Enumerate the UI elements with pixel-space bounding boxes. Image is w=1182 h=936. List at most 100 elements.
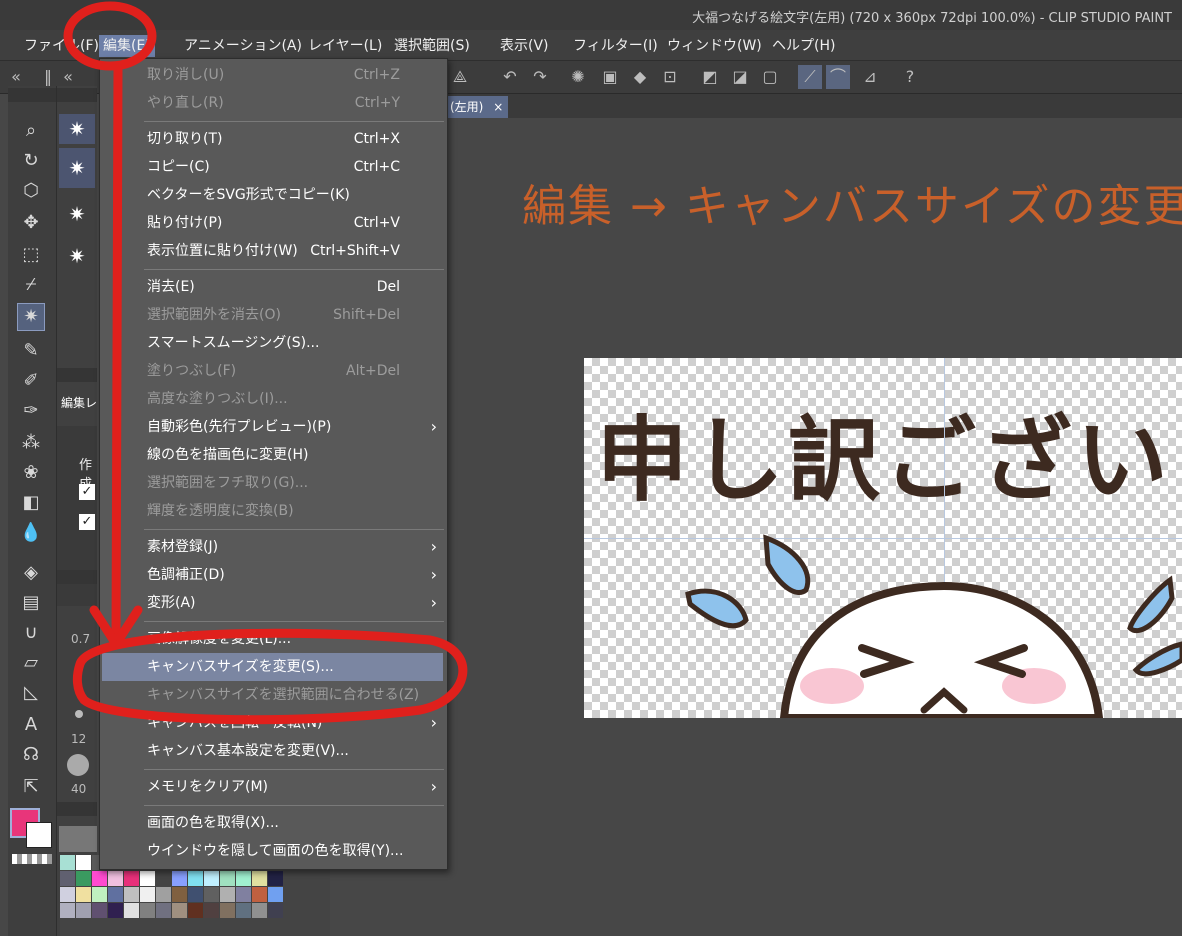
color-swatch[interactable] — [108, 887, 123, 902]
menu-item-copy-svg[interactable]: ベクターをSVG形式でコピー(K) — [100, 181, 447, 209]
checkbox[interactable]: ✓ — [79, 484, 95, 500]
zoom-icon[interactable]: ⌕ — [18, 118, 44, 144]
select-all-icon[interactable]: ✺ — [566, 65, 590, 89]
eraser-icon[interactable]: ◧ — [18, 490, 44, 516]
canvas[interactable]: 申し訳ございませ — [584, 358, 1182, 718]
color-swatch[interactable] — [220, 887, 235, 902]
selection-icon[interactable]: ⬚ — [18, 242, 44, 268]
menu-item-register-material[interactable]: 素材登録(J) › — [100, 533, 447, 561]
menu-item-cut[interactable]: 切り取り(T) Ctrl+X — [100, 125, 447, 153]
clear-outside-icon[interactable]: ◪ — [728, 65, 752, 89]
deselect-icon[interactable]: ▣ — [598, 65, 622, 89]
menu-item-obtain-screen-color-hidden[interactable]: ウインドウを隠して画面の色を取得(Y)... — [100, 837, 447, 865]
menu-item-clear-memory[interactable]: メモリをクリア(M) › — [100, 773, 447, 801]
subtool-item[interactable]: ✷ — [59, 236, 95, 276]
brush-size-dot[interactable] — [67, 754, 89, 776]
color-swatch[interactable] — [172, 871, 187, 886]
color-swatch[interactable] — [204, 903, 219, 918]
ruler-curve-icon[interactable]: ⌒ — [826, 65, 850, 89]
fill-bucket-icon[interactable]: ◈ — [18, 560, 44, 586]
move-icon[interactable]: ✥ — [18, 210, 44, 236]
brush-size-value[interactable]: 12 — [71, 732, 86, 746]
menu-item-undo[interactable]: 取り消し(U) Ctrl+Z — [100, 61, 447, 89]
menu-item-image-resolution[interactable]: 画像解像度を変更(L)... — [100, 625, 447, 653]
color-swatch[interactable] — [172, 887, 187, 902]
eyedropper-icon[interactable]: ⌿ — [18, 272, 44, 298]
menu-edit[interactable]: 編集(E) — [99, 35, 155, 57]
menu-item-fit-canvas-to-selection[interactable]: キャンバスサイズを選択範囲に合わせる(Z) — [100, 681, 447, 709]
color-swatch[interactable] — [76, 887, 91, 902]
airbrush-icon[interactable]: ⁂ — [18, 430, 44, 456]
rotate-view-icon[interactable]: ↻ — [18, 148, 44, 174]
transparent-color-swatch[interactable] — [12, 854, 52, 864]
menu-item-paste-in-place[interactable]: 表示位置に貼り付け(W) Ctrl+Shift+V — [100, 237, 447, 265]
color-swatch[interactable] — [236, 903, 251, 918]
color-swatch[interactable] — [252, 903, 267, 918]
blend-icon[interactable]: 💧 — [18, 520, 44, 546]
menu-item-luminance-to-opacity[interactable]: 輝度を透明度に変換(B) — [100, 497, 447, 525]
menu-layer[interactable]: レイヤー(L) — [304, 35, 386, 57]
color-swatch[interactable] — [188, 887, 203, 902]
color-swatch[interactable] — [60, 855, 75, 870]
color-swatch[interactable] — [236, 887, 251, 902]
menu-item-clear[interactable]: 消去(E) Del — [100, 273, 447, 301]
menu-item-transform[interactable]: 変形(A) › — [100, 589, 447, 617]
menu-item-paste[interactable]: 貼り付け(P) Ctrl+V — [100, 209, 447, 237]
help-icon[interactable]: ? — [898, 65, 922, 89]
color-swatch[interactable] — [140, 903, 155, 918]
color-swatch[interactable] — [220, 871, 235, 886]
fill-selection-icon[interactable]: ◆ — [628, 65, 652, 89]
color-swatch[interactable] — [140, 887, 155, 902]
menu-item-line-color[interactable]: 線の色を描画色に変更(H) — [100, 441, 447, 469]
color-swatch[interactable] — [76, 871, 91, 886]
color-swatch[interactable] — [124, 871, 139, 886]
menu-item-clear-outside[interactable]: 選択範囲外を消去(O) Shift+Del — [100, 301, 447, 329]
color-swatch[interactable] — [188, 903, 203, 918]
menu-item-rotate-canvas[interactable]: キャンバスを回転・反転(N) › — [100, 709, 447, 737]
menu-item-tonal-correction[interactable]: 色調補正(D) › — [100, 561, 447, 589]
menu-filter[interactable]: フィルター(I) — [569, 35, 662, 57]
color-swatch[interactable] — [268, 871, 283, 886]
redo-icon[interactable]: ↷ — [528, 65, 552, 89]
color-swatch[interactable] — [236, 871, 251, 886]
auto-select-icon[interactable]: ✷ — [17, 303, 45, 331]
color-swatch[interactable] — [60, 871, 75, 886]
brush-size-dot[interactable] — [75, 710, 83, 718]
object-icon[interactable]: ⬡ — [18, 178, 44, 204]
color-swatch[interactable] — [188, 871, 203, 886]
pen-icon[interactable]: ✎ — [18, 338, 44, 364]
color-swatch[interactable] — [252, 871, 267, 886]
color-swatch[interactable] — [140, 871, 155, 886]
ruler-tool-icon[interactable]: ◺ — [18, 680, 44, 706]
fill-icon[interactable]: ⟁ — [448, 65, 472, 89]
sub-color-swatch[interactable] — [26, 822, 52, 848]
text-icon[interactable]: A — [18, 712, 44, 738]
brush-icon[interactable]: ✑ — [18, 398, 44, 424]
menu-file[interactable]: ファイル(F) — [20, 35, 103, 57]
color-set-header[interactable] — [59, 826, 97, 852]
color-swatch[interactable] — [92, 887, 107, 902]
menu-item-smart-smoothing[interactable]: スマートスムージング(S)... — [100, 329, 447, 357]
decoration-icon[interactable]: ❀ — [18, 460, 44, 486]
subtool-item[interactable]: ✷ — [59, 194, 95, 234]
subtool-item[interactable]: ✷ — [59, 148, 95, 188]
menu-item-canvas-settings[interactable]: キャンバス基本設定を変更(V)... — [100, 737, 447, 765]
close-icon[interactable]: × — [493, 100, 503, 114]
color-swatch[interactable] — [156, 871, 171, 886]
menu-view[interactable]: 表示(V) — [496, 35, 553, 57]
document-tab[interactable]: (左用) × — [446, 96, 508, 118]
menu-window[interactable]: ウィンドウ(W) — [663, 35, 766, 57]
color-swatch[interactable] — [124, 903, 139, 918]
color-swatch[interactable] — [60, 903, 75, 918]
brush-size-value[interactable]: 0.7 — [71, 632, 90, 646]
gradient-icon[interactable]: ▤ — [18, 590, 44, 616]
subtool-item[interactable]: ✷ — [59, 114, 95, 144]
menu-animation[interactable]: アニメーション(A) — [180, 35, 306, 57]
menu-item-canvas-size[interactable]: キャンバスサイズを変更(S)... — [102, 653, 443, 681]
ruler-edit-icon[interactable]: ⊿ — [858, 65, 882, 89]
menu-item-advanced-fill[interactable]: 高度な塗りつぶし(I)... — [100, 385, 447, 413]
undo-icon[interactable]: ↶ — [498, 65, 522, 89]
pencil-icon[interactable]: ✐ — [18, 368, 44, 394]
color-swatch[interactable] — [108, 871, 123, 886]
menu-item-fill[interactable]: 塗りつぶし(F) Alt+Del — [100, 357, 447, 385]
